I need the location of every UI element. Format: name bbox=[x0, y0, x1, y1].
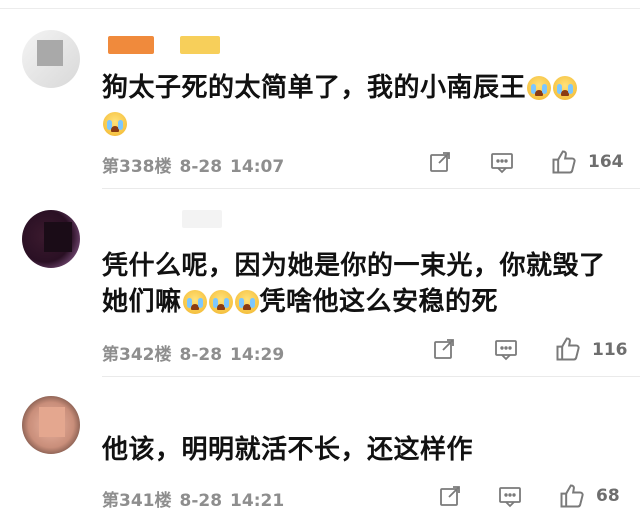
like-count: 68 bbox=[596, 486, 620, 506]
floor-number: 第342楼 bbox=[102, 345, 172, 365]
avatar[interactable] bbox=[22, 210, 80, 268]
share-edit-icon[interactable] bbox=[438, 484, 462, 508]
comment-time: 14:21 bbox=[230, 491, 285, 511]
floor-number: 第338楼 bbox=[102, 157, 172, 177]
comment-date: 8-28 bbox=[179, 157, 223, 177]
thumbs-up-icon[interactable] bbox=[558, 482, 586, 510]
thumbs-up-icon[interactable] bbox=[550, 148, 578, 176]
crying-emoji-icon bbox=[234, 290, 259, 314]
comment-icon[interactable] bbox=[494, 337, 518, 361]
comment-icon[interactable] bbox=[490, 150, 514, 174]
comment-divider bbox=[102, 188, 640, 189]
thumbs-up-icon[interactable] bbox=[554, 335, 582, 363]
top-divider bbox=[0, 8, 640, 9]
crying-emoji-icon bbox=[103, 112, 127, 136]
username-blurred[interactable] bbox=[108, 36, 154, 54]
share-edit-icon[interactable] bbox=[432, 337, 456, 361]
comment-meta: 第342楼 8-28 14:29 bbox=[102, 340, 292, 365]
like-count: 116 bbox=[592, 340, 628, 360]
comment-text-line: 狗太子死的太简单了，我的小南辰王 bbox=[102, 73, 527, 103]
avatar[interactable] bbox=[22, 396, 80, 454]
username-blurred[interactable] bbox=[182, 210, 222, 228]
comment-text-line: 她们嘛 bbox=[102, 287, 182, 317]
like-count: 164 bbox=[588, 152, 624, 172]
crying-emoji-icon bbox=[208, 290, 233, 314]
comment-time: 14:07 bbox=[230, 157, 285, 177]
comment-date: 8-28 bbox=[179, 345, 223, 365]
share-edit-icon[interactable] bbox=[428, 150, 452, 174]
comment-time: 14:29 bbox=[230, 345, 285, 365]
crying-emoji-icon bbox=[527, 76, 552, 100]
comment-meta: 第338楼 8-28 14:07 bbox=[102, 152, 292, 177]
floor-number: 第341楼 bbox=[102, 491, 172, 511]
comment-date: 8-28 bbox=[179, 491, 223, 511]
crying-emoji-icon bbox=[553, 76, 578, 100]
comment-text-line: 凭什么呢，因为她是你的一束光，你就毁了 bbox=[102, 251, 606, 281]
comment-text-line: 他该，明明就活不长，还这样作 bbox=[102, 435, 474, 465]
comment-icon[interactable] bbox=[498, 484, 522, 508]
comment-meta: 第341楼 8-28 14:21 bbox=[102, 486, 292, 511]
comment-text: 他该，明明就活不长，还这样作 bbox=[102, 432, 622, 468]
comment-text: 狗太子死的太简单了，我的小南辰王 bbox=[102, 70, 622, 142]
crying-emoji-icon bbox=[182, 290, 207, 314]
comment-divider bbox=[102, 376, 640, 377]
avatar[interactable] bbox=[22, 30, 80, 88]
username-blurred[interactable] bbox=[180, 36, 220, 54]
comment-text-line: 凭啥他这么安稳的死 bbox=[259, 287, 499, 317]
comment-text: 凭什么呢，因为她是你的一束光，你就毁了 她们嘛 凭啥他这么安稳的死 bbox=[102, 248, 622, 320]
